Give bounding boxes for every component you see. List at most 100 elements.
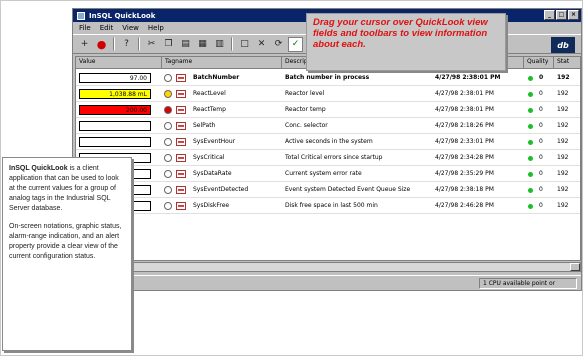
tag-grid: Value Tagname Description Quality Stat 9… (75, 56, 581, 261)
print-icon[interactable]: ▦ (195, 37, 210, 52)
quality-good-icon (528, 204, 533, 209)
note-title: InSQL QuickLook (9, 165, 68, 172)
tag-icon (176, 202, 186, 210)
horizontal-scrollbar[interactable] (75, 262, 581, 272)
quality-cell: 0 (539, 74, 544, 81)
stat-cell: 192 (557, 106, 569, 113)
quality-cell: 0 (539, 202, 543, 209)
description-cell: Current system error rate (285, 170, 362, 177)
table-row[interactable]: 1,038.88 mL ReactLevel Reactor level 4/27/9… (76, 86, 580, 102)
stop-icon[interactable]: ● (94, 37, 109, 52)
menu-view[interactable]: View (122, 24, 139, 32)
col-header-value[interactable]: Value (76, 57, 162, 69)
stat-cell: 192 (557, 122, 569, 129)
toolbar-separator (138, 37, 140, 51)
delete-icon[interactable]: ✕ (254, 37, 269, 52)
timestamp-cell: 4/27/98 2:46:28 PM (435, 202, 494, 209)
value-field: 200.00 (79, 105, 151, 115)
quality-good-icon (528, 92, 533, 97)
minimize-button[interactable]: _ (544, 10, 555, 20)
stat-cell: 192 (557, 170, 569, 177)
quality-cell: 0 (539, 138, 543, 145)
tagname-cell: SysDataRate (193, 170, 232, 177)
table-row[interactable]: SysCritical Total Critical errors since s… (76, 150, 580, 166)
col-header-tagname[interactable]: Tagname (162, 57, 282, 69)
quality-good-icon (528, 76, 533, 81)
window-title: InSQL QuickLook (89, 11, 156, 20)
alarm-status-icon (164, 170, 172, 178)
tag-icon (176, 74, 186, 82)
app-icon (77, 11, 85, 20)
logo: db (551, 37, 575, 53)
tag-icon (176, 122, 186, 130)
stat-cell: 192 (557, 74, 570, 81)
table-row[interactable]: SysEventDetected Event system Detected Ev… (76, 182, 580, 198)
quality-good-icon (528, 156, 533, 161)
quality-cell: 0 (539, 106, 543, 113)
tag-icon (176, 186, 186, 194)
col-header-quality[interactable]: Quality (524, 57, 554, 69)
timestamp-cell: 4/27/98 2:34:28 PM (435, 154, 494, 161)
tagname-cell: ReactLevel (193, 90, 226, 97)
table-row[interactable]: SysDataRate Current system error rate 4/27… (76, 166, 580, 182)
copy-icon[interactable]: ❐ (161, 37, 176, 52)
maximize-button[interactable]: □ (556, 10, 567, 20)
col-header-stat[interactable]: Stat (554, 57, 580, 69)
quality-good-icon (528, 140, 533, 145)
description-cell: Reactor level (285, 90, 325, 97)
toolbar-separator (231, 37, 233, 51)
quality-cell: 0 (539, 90, 543, 97)
alarm-status-icon (164, 202, 172, 210)
timestamp-cell: 4/27/98 2:38:18 PM (435, 186, 494, 193)
alarm-status-icon (164, 106, 172, 114)
menu-edit[interactable]: Edit (100, 24, 114, 32)
description-cell: Batch number in process (285, 74, 370, 81)
quality-cell: 0 (539, 170, 543, 177)
window-icon[interactable]: □ (237, 37, 252, 52)
timestamp-cell: 4/27/98 2:33:01 PM (435, 138, 494, 145)
refresh-icon[interactable]: ⟳ (271, 37, 286, 52)
scroll-right-button[interactable] (570, 263, 580, 271)
table-row[interactable]: 97.00 BatchNumber Batch number in process 4… (76, 70, 580, 86)
cut-icon[interactable]: ✂ (144, 37, 159, 52)
tag-icon (176, 138, 186, 146)
help-icon[interactable]: ? (119, 37, 134, 52)
quality-good-icon (528, 108, 533, 113)
description-cell: Active seconds in the system (285, 138, 373, 145)
alarm-status-icon (164, 90, 172, 98)
tag-icon (176, 106, 186, 114)
timestamp-cell: 4/27/98 2:38:01 PM (435, 90, 494, 97)
tagname-cell: SysEventHour (193, 138, 236, 145)
tag-icon (176, 170, 186, 178)
tag-icon (176, 90, 186, 98)
description-cell: Event system Detected Event Queue Size (285, 186, 411, 193)
menu-file[interactable]: File (79, 24, 91, 32)
value-field: 97.00 (79, 73, 151, 83)
tagname-cell: SelPath (193, 122, 216, 129)
timestamp-cell: 4/27/98 2:38:01 PM (435, 106, 494, 113)
table-row[interactable]: SysEventHour Active seconds in the system… (76, 134, 580, 150)
timestamp-cell: 4/27/98 2:35:29 PM (435, 170, 494, 177)
paste-icon[interactable]: ▤ (178, 37, 193, 52)
tagname-cell: SysCritical (193, 154, 225, 161)
toolbar-separator (113, 37, 115, 51)
table-icon[interactable]: ▥ (212, 37, 227, 52)
description-cell: Reactor temp (285, 106, 326, 113)
menu-help[interactable]: Help (148, 24, 164, 32)
table-row[interactable]: 200.00 ReactTemp Reactor temp 4/27/98 2:38:… (76, 102, 580, 118)
table-row[interactable]: SelPath Conc. selector 4/27/98 2:18:26 PM 0… (76, 118, 580, 134)
quality-cell: 0 (539, 154, 543, 161)
quality-good-icon (528, 188, 533, 193)
tag-icon (176, 154, 186, 162)
close-button[interactable]: × (568, 10, 579, 20)
table-row[interactable]: SysDiskFree Disk free space in last 500 m… (76, 198, 580, 214)
add-icon[interactable]: + (77, 37, 92, 52)
status-bar: 1 CPU available point or (73, 275, 581, 290)
tagname-cell: ReactTemp (193, 106, 226, 113)
alarm-status-icon (164, 186, 172, 194)
ok-icon[interactable]: ✓ (288, 36, 303, 52)
value-field: 1,038.88 mL (79, 89, 151, 99)
stat-cell: 192 (557, 90, 569, 97)
description-note: InSQL QuickLook is a client application … (2, 157, 132, 351)
alarm-status-icon (164, 74, 172, 82)
